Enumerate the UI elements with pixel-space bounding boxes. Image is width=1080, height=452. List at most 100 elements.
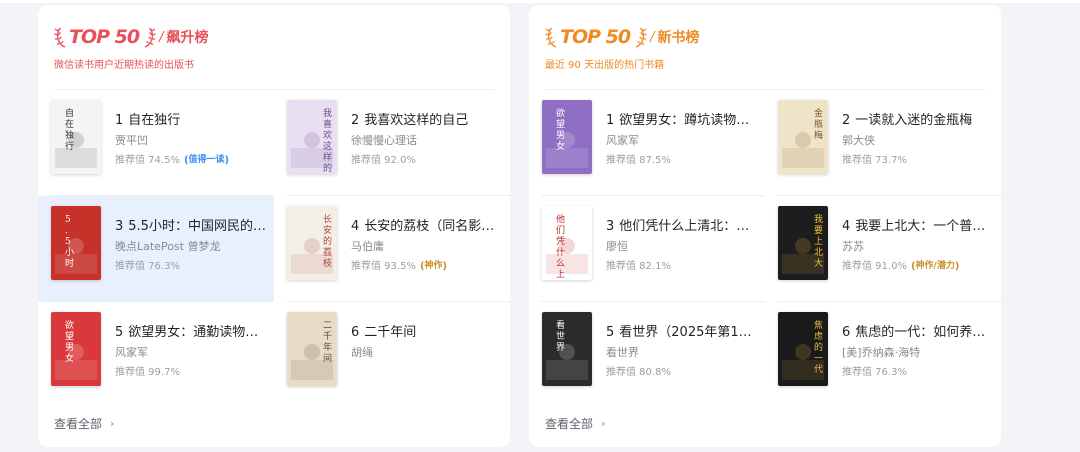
book-author[interactable]: 看世界 (606, 346, 758, 360)
top-edge (0, 0, 1080, 3)
book-author[interactable]: 廖恒 (606, 240, 758, 254)
svg-text:枝: 枝 (323, 257, 332, 269)
rating-badge: (神作) (419, 261, 448, 272)
book-item[interactable]: 我要上北大 4 我要上北大：一个普… 苏苏 推荐值 91.0% (神作/潜力) (765, 196, 1001, 302)
svg-text:的: 的 (323, 235, 332, 247)
svg-text:男: 男 (556, 130, 565, 141)
book-cover[interactable]: 看世界 (542, 312, 592, 386)
view-all-label: 查看全部 (545, 417, 594, 431)
book-cover[interactable]: 焦虑的一代 (778, 312, 828, 386)
svg-text:欲: 欲 (556, 107, 565, 119)
svg-text:望: 望 (65, 330, 74, 342)
book-item[interactable]: 欲望男女 5 欲望男女：通勤读物… 风家军 推荐值 99.7% (38, 302, 274, 408)
book-cover[interactable]: 5.5小时 (51, 206, 101, 280)
book-rank: 3 (115, 219, 124, 234)
book-item[interactable]: 二千年间 6 二千年间 胡绳 (274, 302, 510, 408)
book-author[interactable]: 苏苏 (842, 240, 994, 254)
book-title[interactable]: 3 他们凭什么上清北：… (606, 219, 758, 235)
laurel-right-icon (142, 25, 156, 49)
rising-board-card: TOP 50 / 飙升榜 微信读书用户近期热读的出版书 自在独行 1 自在独行 贾… (38, 5, 510, 447)
book-title[interactable]: 5 欲望男女：通勤读物… (115, 325, 267, 341)
svg-text:么: 么 (556, 258, 565, 269)
book-rank: 5 (606, 325, 615, 340)
book-author[interactable]: 马伯庸 (351, 240, 503, 254)
laurel-icon: ) (954, 261, 960, 272)
svg-text:间: 间 (323, 352, 332, 364)
laurel-left-icon (54, 25, 68, 49)
book-author[interactable]: 郭大侠 (842, 134, 994, 148)
book-rank: 1 (606, 113, 615, 128)
svg-text:二: 二 (323, 321, 332, 331)
book-author[interactable]: 晚点LatePost 曾梦龙 (115, 240, 267, 254)
board-header[interactable]: TOP 50 / 新书榜 最近 90 天出版的热门书籍 (545, 23, 985, 71)
svg-text:男: 男 (65, 342, 74, 353)
book-cover[interactable]: 我要上北大 (778, 206, 828, 280)
svg-text:的: 的 (323, 162, 332, 174)
book-title[interactable]: 1 欲望男女：蹲坑读物… (606, 113, 758, 129)
laurel-icon: ) (224, 155, 230, 166)
book-item[interactable]: 金瓶梅 2 一读就入迷的金瓶梅 郭大侠 推荐值 73.7% (765, 90, 1001, 196)
book-item[interactable]: 我喜欢这样的 2 我喜欢这样的自己 徐慢慢心理话 推荐值 92.0% (274, 90, 510, 196)
book-cover[interactable]: 长安的荔枝 (287, 206, 337, 280)
recommend-value: 推荐值 92.0% (351, 155, 416, 166)
book-title[interactable]: 1 自在独行 (115, 113, 267, 129)
book-item[interactable]: 长安的荔枝 4长安的荔枝（同名影视原著） 马伯庸 推荐值 93.5% (神作) (274, 196, 510, 302)
book-author[interactable]: 徐慢慢心理话 (351, 134, 503, 148)
view-all-link[interactable]: 查看全部 › (545, 415, 605, 432)
svg-text:们: 们 (556, 224, 565, 236)
board-subtitle: 最近 90 天出版的热门书籍 (545, 60, 665, 71)
book-author[interactable]: 胡绳 (351, 346, 503, 360)
book-cover[interactable]: 金瓶梅 (778, 100, 828, 174)
book-title[interactable]: 5 看世界（2025年第1… (606, 325, 758, 341)
board-name: 新书榜 (657, 30, 700, 46)
svg-text:焦: 焦 (814, 319, 823, 331)
board-header[interactable]: TOP 50 / 飙升榜 微信读书用户近期热读的出版书 (54, 23, 494, 71)
new-books-board-card: TOP 50 / 新书榜 最近 90 天出版的热门书籍 欲望男女 1 欲望男女：蹲… (529, 5, 1001, 447)
book-title[interactable]: 4 我要上北大：一个普… (842, 219, 994, 235)
svg-text:.: . (65, 226, 68, 236)
svg-text:瓶: 瓶 (814, 118, 823, 130)
rating-badge: (值得一读) (183, 155, 230, 166)
book-author[interactable]: 风家军 (115, 346, 267, 360)
book-author[interactable]: 风家军 (606, 134, 758, 148)
svg-text:5: 5 (65, 237, 71, 247)
svg-text:样: 样 (323, 151, 332, 163)
book-title[interactable]: 2 我喜欢这样的自己 (351, 113, 503, 129)
book-title[interactable]: 6 二千年间 (351, 325, 503, 341)
book-title[interactable]: 35.5小时：中国网民的数字… (115, 219, 267, 235)
board-name: 飙升榜 (166, 30, 209, 46)
laurel-icon: ) (442, 261, 448, 272)
book-item[interactable]: 焦虑的一代 6 焦虑的一代：如何养… [美]乔纳森·海特 推荐值 76.3% (765, 302, 1001, 408)
book-cover[interactable]: 二千年间 (287, 312, 337, 386)
book-item[interactable]: 5.5小时 35.5小时：中国网民的数字… 晚点LatePost 曾梦龙 推荐值… (38, 196, 274, 302)
book-item[interactable]: 欲望男女 1 欲望男女：蹲坑读物… 风家军 推荐值 87.5% (529, 90, 765, 196)
book-cover[interactable]: 欲望男女 (51, 312, 101, 386)
recommend-value: 推荐值 73.7% (842, 155, 907, 166)
book-item[interactable]: 他们凭什么上 3 他们凭什么上清北：… 廖恒 推荐值 82.1% (529, 196, 765, 302)
book-title[interactable]: 6 焦虑的一代：如何养… (842, 325, 994, 341)
book-rank: 4 (351, 219, 360, 234)
book-cover[interactable]: 我喜欢这样的 (287, 100, 337, 174)
svg-text:北: 北 (814, 247, 823, 258)
book-cover[interactable]: 自在独行 (51, 100, 101, 174)
svg-text:凭: 凭 (556, 235, 565, 247)
book-title[interactable]: 4长安的荔枝（同名影视原著） (351, 219, 503, 235)
svg-text:小: 小 (65, 247, 74, 258)
svg-text:女: 女 (556, 140, 565, 152)
book-item[interactable]: 自在独行 1 自在独行 贾平凹 推荐值 74.5% (值得一读) (38, 90, 274, 196)
book-cover[interactable]: 他们凭什么上 (542, 206, 592, 280)
view-all-link[interactable]: 查看全部 › (54, 415, 114, 432)
book-author[interactable]: 贾平凹 (115, 134, 267, 148)
board-subtitle: 微信读书用户近期热读的出版书 (54, 60, 194, 71)
book-item[interactable]: 看世界 5 看世界（2025年第1… 看世界 推荐值 80.8% (529, 302, 765, 408)
recommend-value: 推荐值 87.5% (606, 155, 671, 166)
svg-text:看: 看 (556, 319, 565, 331)
svg-text:代: 代 (814, 364, 823, 375)
chevron-right-icon: › (601, 417, 606, 430)
book-cover[interactable]: 欲望男女 (542, 100, 592, 174)
laurel-left-icon (545, 25, 559, 49)
svg-text:望: 望 (556, 118, 565, 130)
book-title[interactable]: 2 一读就入迷的金瓶梅 (842, 113, 994, 129)
book-author[interactable]: [美]乔纳森·海特 (842, 346, 994, 360)
book-rank: 2 (842, 113, 851, 128)
